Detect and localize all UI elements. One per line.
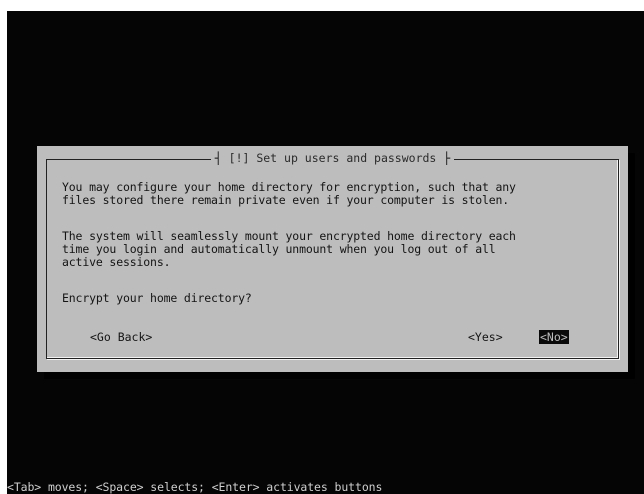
dialog-button-row: <Go Back> <Yes> <No> bbox=[37, 330, 628, 344]
dialog-title: [!] Set up users and passwords bbox=[228, 151, 437, 165]
encryption-dialog: ┤ [!] Set up users and passwords ├ You m… bbox=[37, 146, 628, 372]
dialog-title-bar: ┤ [!] Set up users and passwords ├ bbox=[37, 150, 628, 166]
title-right-bar: ├ bbox=[443, 151, 451, 165]
encryption-description: You may configure your home directory fo… bbox=[62, 180, 516, 207]
yes-button[interactable]: <Yes> bbox=[467, 330, 504, 344]
no-button[interactable]: <No> bbox=[539, 330, 569, 344]
auto-mount-description: The system will seamlessly mount your en… bbox=[62, 229, 516, 269]
go-back-button[interactable]: <Go Back> bbox=[89, 330, 153, 344]
keyboard-help-status-line: <Tab> moves; <Space> selects; <Enter> ac… bbox=[7, 480, 383, 494]
dialog-title-wrapper: ┤ [!] Set up users and passwords ├ bbox=[210, 150, 455, 166]
title-left-bar: ┤ bbox=[214, 151, 222, 165]
installer-screen: ┤ [!] Set up users and passwords ├ You m… bbox=[7, 11, 644, 494]
encrypt-question: Encrypt your home directory? bbox=[62, 291, 252, 305]
